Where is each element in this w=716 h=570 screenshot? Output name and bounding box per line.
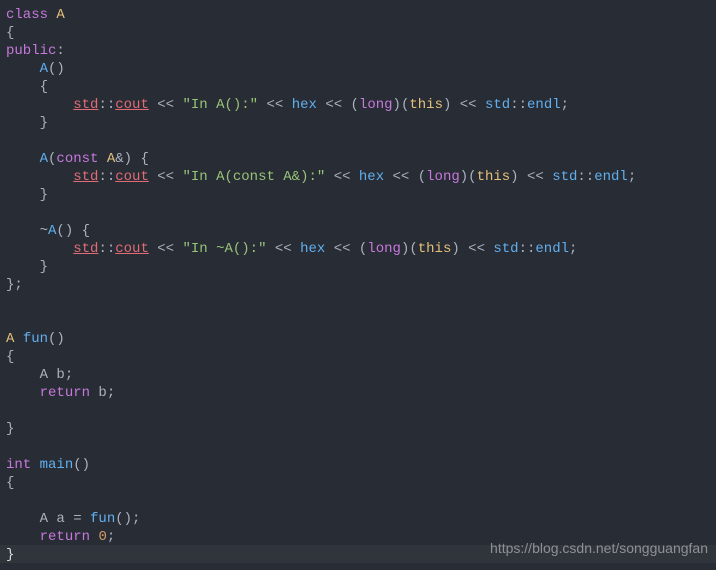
- hex: hex: [359, 169, 384, 185]
- keyword-public: public: [6, 43, 56, 59]
- keyword-int: int: [6, 457, 31, 473]
- brace: }: [6, 421, 14, 437]
- hex: hex: [300, 241, 325, 257]
- string-literal: "In A(const A&):": [182, 169, 325, 185]
- op: <<: [258, 97, 292, 113]
- brace: {: [6, 25, 14, 41]
- op: ) <<: [451, 241, 493, 257]
- parens-brace: () {: [56, 223, 90, 239]
- scope-op: ::: [98, 241, 115, 257]
- scope-op: ::: [98, 169, 115, 185]
- cout: cout: [115, 241, 149, 257]
- return-val: b;: [90, 385, 115, 401]
- keyword-return: return: [40, 385, 90, 401]
- type-A: A: [107, 151, 115, 167]
- op: ) <<: [443, 97, 485, 113]
- hex: hex: [292, 97, 317, 113]
- brace: }: [40, 259, 48, 275]
- space: [31, 457, 39, 473]
- std: std: [485, 97, 510, 113]
- string-literal: "In ~A():": [182, 241, 266, 257]
- parens: (): [73, 457, 90, 473]
- parens: (): [48, 331, 65, 347]
- code-block: class A { public: A() { std::cout << "In…: [0, 0, 716, 570]
- std: std: [493, 241, 518, 257]
- op: <<: [149, 97, 183, 113]
- fn-main: main: [40, 457, 74, 473]
- ctor-A: A: [40, 61, 48, 77]
- string-literal: "In A():": [182, 97, 258, 113]
- keyword-long: long: [359, 97, 393, 113]
- op: <<: [325, 169, 359, 185]
- brace: }: [40, 187, 48, 203]
- keyword-const: const: [56, 151, 98, 167]
- semicolon: ;: [107, 529, 115, 545]
- decl: A b;: [40, 367, 74, 383]
- tilde: ~: [40, 223, 48, 239]
- op: << (: [325, 241, 367, 257]
- std: std: [73, 97, 98, 113]
- op: << (: [317, 97, 359, 113]
- endl: endl: [594, 169, 628, 185]
- brace: {: [6, 475, 14, 491]
- op: ) <<: [510, 169, 552, 185]
- watermark: https://blog.csdn.net/songguangfan: [490, 539, 708, 557]
- op: )(: [460, 169, 477, 185]
- op: <<: [149, 169, 183, 185]
- type-A: A: [56, 7, 64, 23]
- op: <<: [266, 241, 300, 257]
- keyword-return: return: [40, 529, 90, 545]
- keyword-this: this: [477, 169, 511, 185]
- fn-call-fun: fun: [90, 511, 115, 527]
- keyword-this: this: [418, 241, 452, 257]
- call-rest: ();: [115, 511, 140, 527]
- scope-op: ::: [98, 97, 115, 113]
- scope-op: ::: [577, 169, 594, 185]
- std: std: [73, 241, 98, 257]
- semicolon: ;: [569, 241, 577, 257]
- std: std: [552, 169, 577, 185]
- op: << (: [384, 169, 426, 185]
- decl: A a =: [40, 511, 90, 527]
- brace: {: [6, 349, 14, 365]
- brace: {: [40, 79, 48, 95]
- op: <<: [149, 241, 183, 257]
- semicolon: ;: [561, 97, 569, 113]
- amp-brace: &) {: [115, 151, 149, 167]
- keyword-class: class: [6, 7, 48, 23]
- copy-ctor-A: A: [40, 151, 48, 167]
- space: [98, 151, 106, 167]
- space: [14, 331, 22, 347]
- brace: }: [40, 115, 48, 131]
- cout: cout: [115, 169, 149, 185]
- keyword-long: long: [426, 169, 460, 185]
- keyword-this: this: [409, 97, 443, 113]
- semicolon: ;: [628, 169, 636, 185]
- scope-op: ::: [519, 241, 536, 257]
- op: )(: [393, 97, 410, 113]
- cout: cout: [115, 97, 149, 113]
- parens: (): [48, 61, 65, 77]
- fn-fun: fun: [23, 331, 48, 347]
- endl: endl: [527, 97, 561, 113]
- std: std: [73, 169, 98, 185]
- number-zero: 0: [98, 529, 106, 545]
- colon: :: [56, 43, 64, 59]
- op: )(: [401, 241, 418, 257]
- brace: };: [6, 277, 23, 293]
- keyword-long: long: [367, 241, 401, 257]
- endl: endl: [535, 241, 569, 257]
- scope-op: ::: [510, 97, 527, 113]
